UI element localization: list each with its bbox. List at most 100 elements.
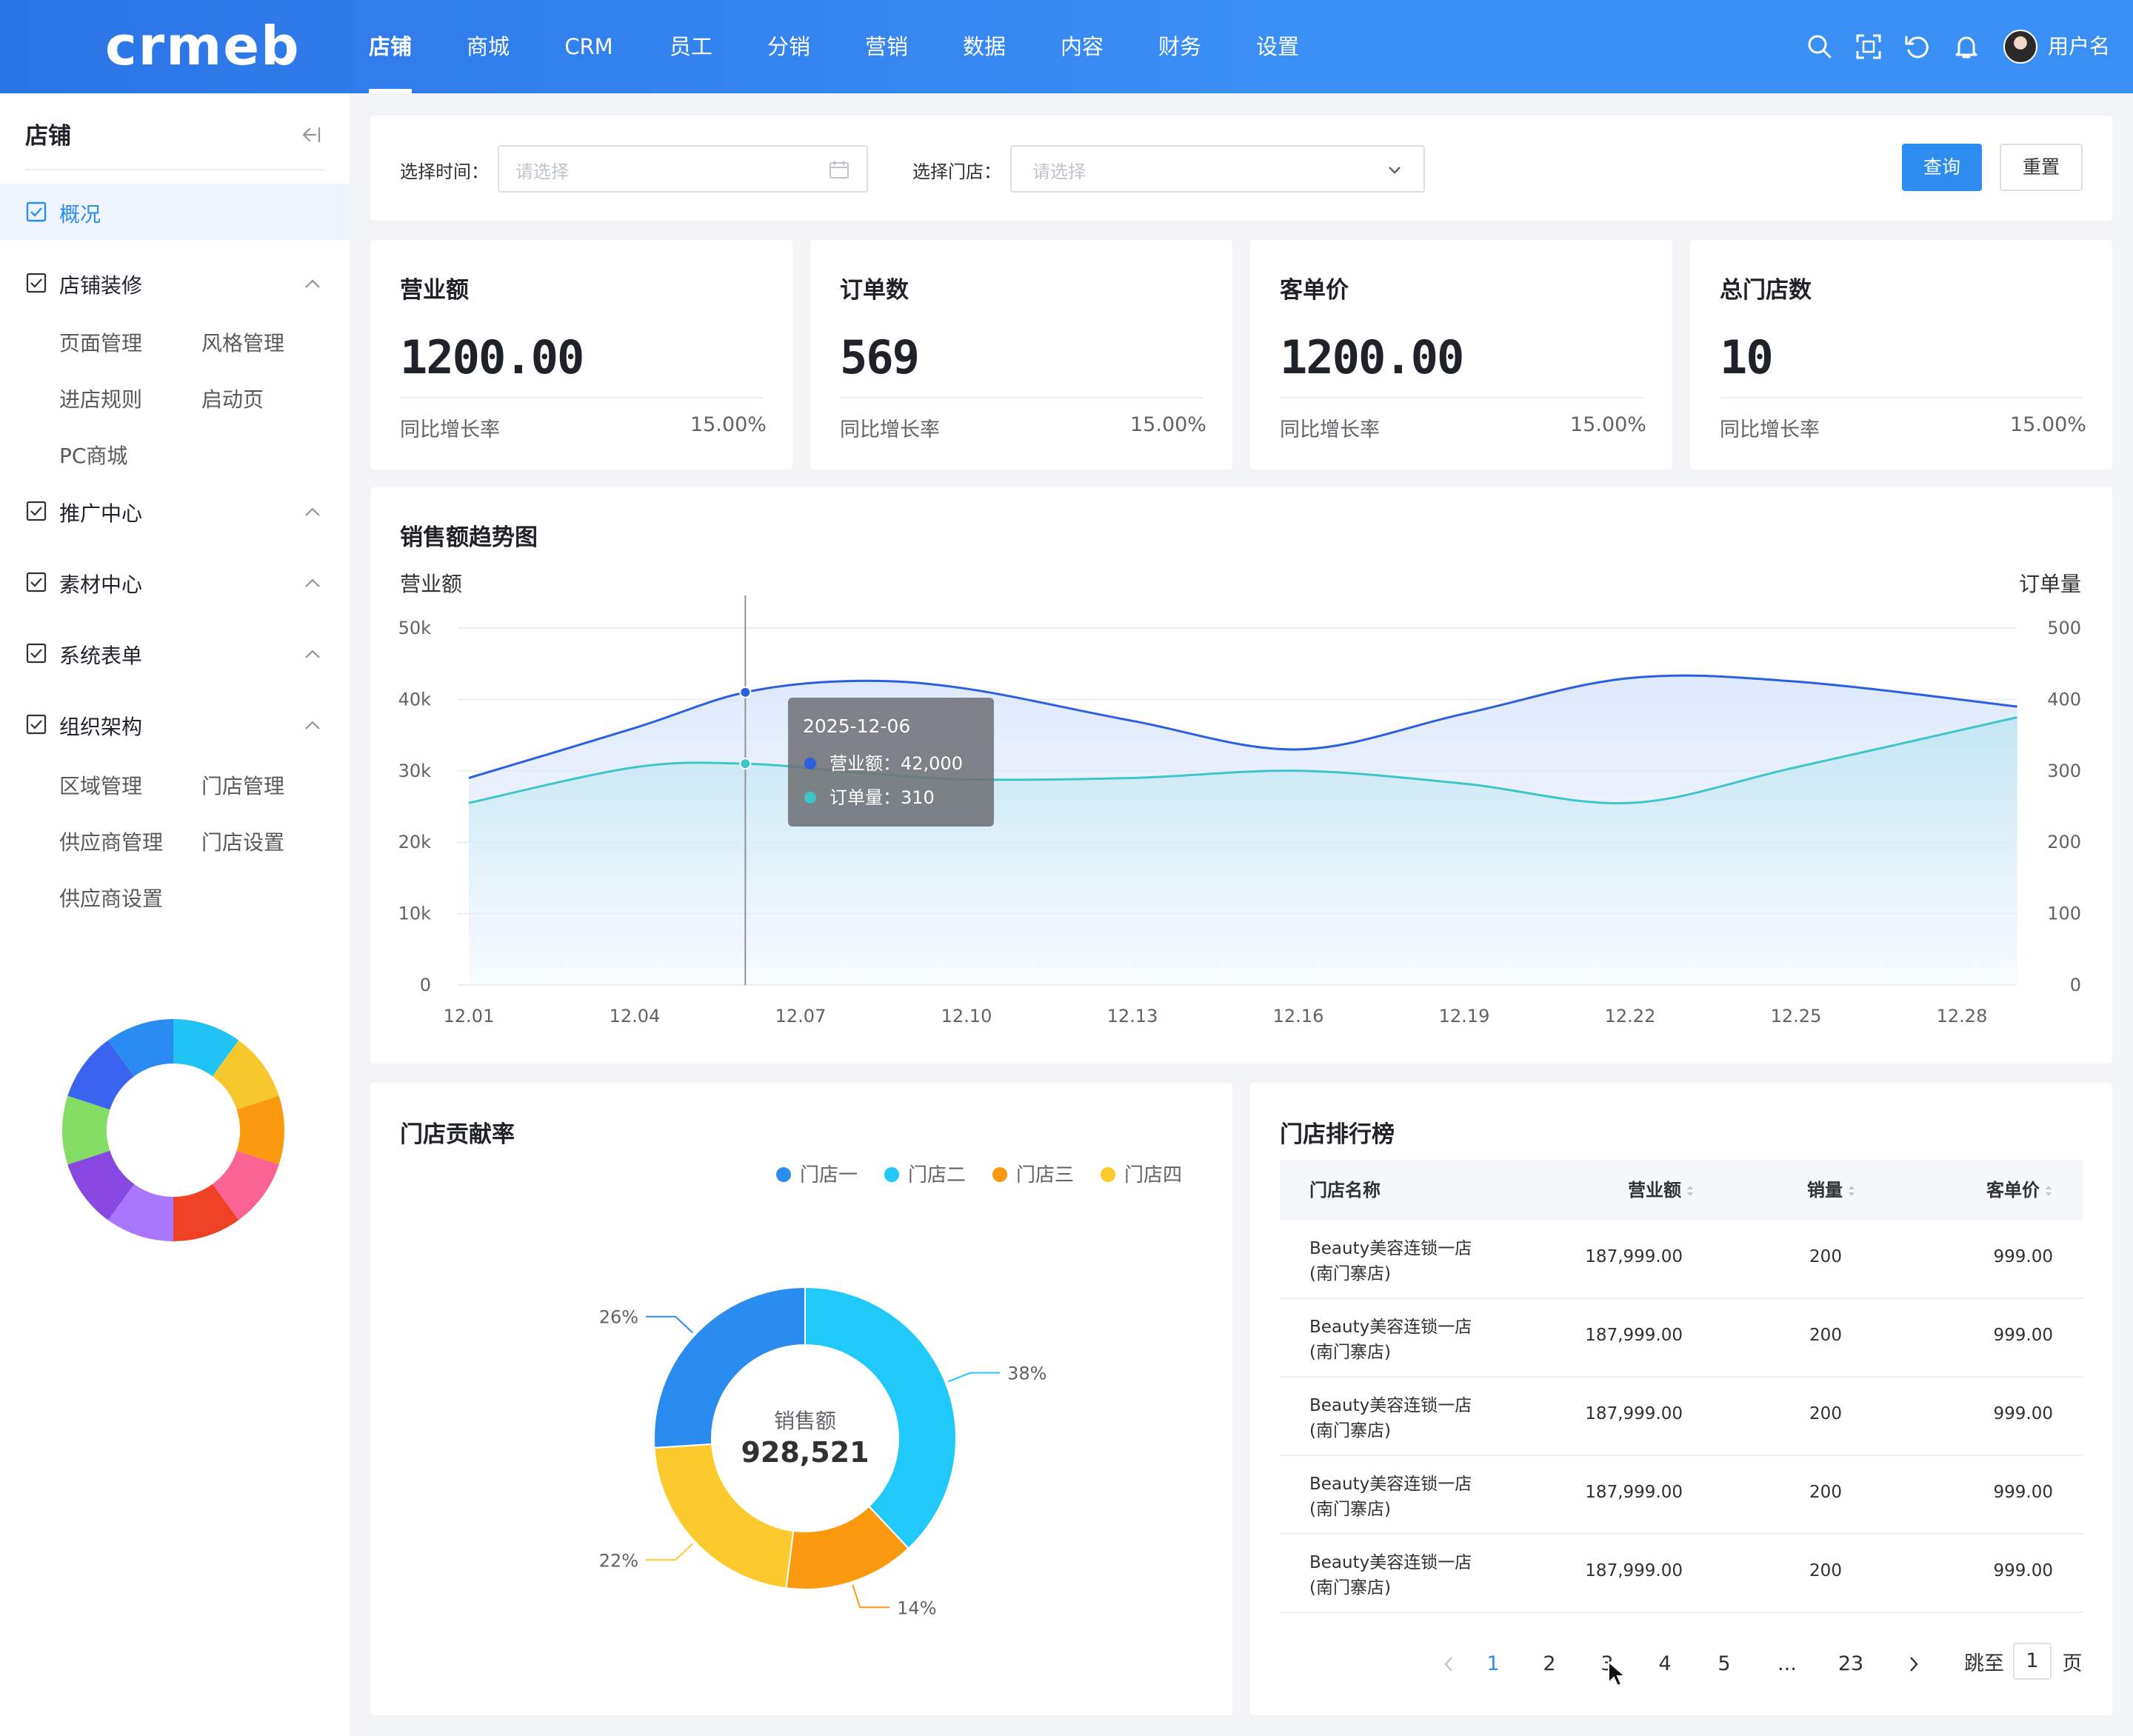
sidebar-group-materials[interactable]: 素材中心 bbox=[59, 569, 142, 598]
x-tick-label: 12.25 bbox=[1771, 1006, 1822, 1026]
column-header-avg-price[interactable]: 客单价 bbox=[1970, 1160, 2053, 1221]
page-2[interactable]: 2 bbox=[1535, 1646, 1564, 1683]
jump-page-input[interactable]: 1 bbox=[2013, 1643, 2052, 1680]
username[interactable]: 用户名 bbox=[2048, 30, 2110, 64]
nav-mall[interactable]: 商城 bbox=[459, 0, 517, 93]
legend-marker bbox=[884, 1167, 899, 1182]
y2-tick-label: 400 bbox=[2047, 689, 2081, 710]
y-axis-title-left: 营业额 bbox=[400, 572, 462, 596]
legend-label: 门店三 bbox=[1016, 1164, 1074, 1186]
query-button[interactable]: 查询 bbox=[1902, 144, 1982, 191]
sales-cell: 200 bbox=[1809, 1247, 1842, 1266]
sort-icon[interactable] bbox=[1847, 1184, 1856, 1198]
sidebar-group-decoration[interactable]: 店铺装修 bbox=[59, 270, 142, 299]
column-label: 客单价 bbox=[1986, 1180, 2040, 1201]
nav-settings[interactable]: 设置 bbox=[1249, 0, 1306, 93]
store-select-placeholder: 请选择 bbox=[1032, 161, 1086, 182]
chevron-up-icon[interactable] bbox=[302, 644, 323, 665]
stat-divider bbox=[1720, 397, 2083, 398]
x-tick-label: 12.01 bbox=[444, 1006, 495, 1026]
checklist-icon bbox=[26, 273, 47, 293]
search-icon[interactable] bbox=[1806, 33, 1834, 61]
store-name-cell: Beauty美容连锁一店 bbox=[1309, 1553, 1472, 1572]
nav-finance[interactable]: 财务 bbox=[1151, 0, 1209, 93]
chart-tooltip: 2025-12-06 营业额：42,000 订单量：310 bbox=[788, 698, 994, 827]
sidebar-item-supplier-management[interactable]: 供应商管理 bbox=[59, 827, 163, 856]
nav-data[interactable]: 数据 bbox=[955, 0, 1013, 93]
nav-crm[interactable]: CRM bbox=[557, 0, 621, 93]
page-ellipsis[interactable]: ... bbox=[1770, 1646, 1804, 1683]
checklist-icon bbox=[26, 201, 47, 222]
donut-center-label: 销售额 bbox=[774, 1409, 836, 1433]
calendar-icon[interactable] bbox=[828, 158, 850, 181]
stat-foot-value: 15.00% bbox=[1130, 413, 1206, 436]
sidebar-item-store-settings[interactable]: 门店设置 bbox=[201, 827, 284, 856]
store-name-cell: Beauty美容连锁一店 bbox=[1309, 1475, 1472, 1494]
checklist-icon bbox=[26, 501, 47, 521]
checklist-icon bbox=[26, 643, 47, 664]
nav-store[interactable]: 店铺 bbox=[361, 0, 419, 93]
chevron-down-icon[interactable] bbox=[1383, 158, 1406, 181]
slice-percent-label: 26% bbox=[599, 1307, 638, 1328]
sales-trend-chart[interactable]: 营业额 订单量 0 0 10k 100 20k 200 30k 300 40k 400 50k 500 12… bbox=[370, 487, 2112, 1064]
column-header-sales[interactable]: 销量 bbox=[1807, 1160, 1856, 1221]
sidebar-item-page-management[interactable]: 页面管理 bbox=[59, 327, 142, 357]
nav-content[interactable]: 内容 bbox=[1053, 0, 1111, 93]
tooltip-line-revenue: 营业额：42,000 bbox=[830, 753, 963, 774]
chevron-up-icon[interactable] bbox=[302, 274, 323, 295]
sidebar-divider bbox=[25, 169, 324, 170]
sort-icon[interactable] bbox=[1686, 1184, 1695, 1198]
slice-leader-line bbox=[646, 1543, 694, 1561]
nav-distribution[interactable]: 分销 bbox=[760, 0, 818, 93]
y-tick-label: 0 bbox=[420, 975, 431, 995]
store-contribution-donut[interactable]: 38% 14% 22% 26% 销售额 928,521 门店一 门店二 门店三 门店四 bbox=[370, 1083, 1232, 1715]
page-5[interactable]: 5 bbox=[1709, 1646, 1739, 1683]
sidebar-item-launch-page[interactable]: 启动页 bbox=[201, 384, 264, 413]
stat-foot-value: 15.00% bbox=[2010, 413, 2086, 436]
chevron-up-icon[interactable] bbox=[302, 715, 323, 736]
page-23[interactable]: 23 bbox=[1832, 1646, 1869, 1683]
sidebar-item-pc-mall[interactable]: PC商城 bbox=[59, 440, 127, 470]
sidebar-group-system-forms[interactable]: 系统表单 bbox=[59, 640, 142, 670]
chevron-up-icon[interactable] bbox=[302, 502, 323, 523]
sort-icon[interactable] bbox=[2044, 1184, 2053, 1198]
stat-foot-label: 同比增长率 bbox=[1720, 418, 1820, 441]
fullscreen-icon[interactable] bbox=[1855, 33, 1883, 61]
sidebar-group-organization[interactable]: 组织架构 bbox=[59, 711, 142, 741]
store-branch-cell: (南门寨店) bbox=[1309, 1264, 1391, 1283]
sidebar-title: 店铺 bbox=[25, 123, 71, 150]
nav-staff[interactable]: 员工 bbox=[662, 0, 720, 93]
sidebar-item-store-management[interactable]: 门店管理 bbox=[201, 770, 284, 800]
sidebar-item-supplier-settings[interactable]: 供应商设置 bbox=[59, 883, 163, 912]
nav-active-indicator bbox=[369, 89, 412, 93]
revenue-cell: 187,999.00 bbox=[1585, 1404, 1683, 1423]
avg-price-cell: 999.00 bbox=[1993, 1326, 2053, 1345]
prev-page-icon[interactable] bbox=[1440, 1652, 1458, 1677]
reset-button[interactable]: 重置 bbox=[2000, 144, 2083, 191]
sidebar-item-entry-rules[interactable]: 进店规则 bbox=[59, 384, 142, 413]
avatar[interactable] bbox=[2003, 30, 2037, 64]
stat-foot-label: 同比增长率 bbox=[400, 418, 500, 441]
page-4[interactable]: 4 bbox=[1650, 1646, 1680, 1683]
y-tick-label: 30k bbox=[398, 761, 432, 781]
sidebar-item-overview[interactable] bbox=[0, 184, 350, 240]
crmeb-logo[interactable]: crmeb bbox=[105, 16, 301, 76]
sidebar-group-promotion[interactable]: 推广中心 bbox=[59, 498, 142, 527]
page-1[interactable]: 1 bbox=[1478, 1646, 1508, 1683]
next-page-icon[interactable] bbox=[1905, 1652, 1923, 1677]
column-header-revenue[interactable]: 营业额 bbox=[1606, 1160, 1695, 1221]
hover-point-revenue bbox=[739, 686, 752, 698]
sidebar-item-style-management[interactable]: 风格管理 bbox=[201, 327, 284, 357]
legend-label: 门店一 bbox=[800, 1164, 858, 1186]
refresh-icon[interactable] bbox=[1903, 33, 1932, 61]
bell-icon[interactable] bbox=[1952, 33, 1980, 61]
x-tick-label: 12.28 bbox=[1937, 1006, 1988, 1026]
collapse-sidebar-icon[interactable] bbox=[299, 123, 323, 147]
sidebar-item-region-management[interactable]: 区域管理 bbox=[59, 770, 142, 800]
legend-marker bbox=[992, 1167, 1007, 1182]
stat-foot-label: 同比增长率 bbox=[1280, 418, 1380, 441]
stat-title: 订单数 bbox=[840, 277, 909, 304]
chevron-up-icon[interactable] bbox=[302, 573, 323, 594]
nav-marketing[interactable]: 营销 bbox=[858, 0, 915, 93]
stat-value: 10 bbox=[1720, 330, 1774, 384]
